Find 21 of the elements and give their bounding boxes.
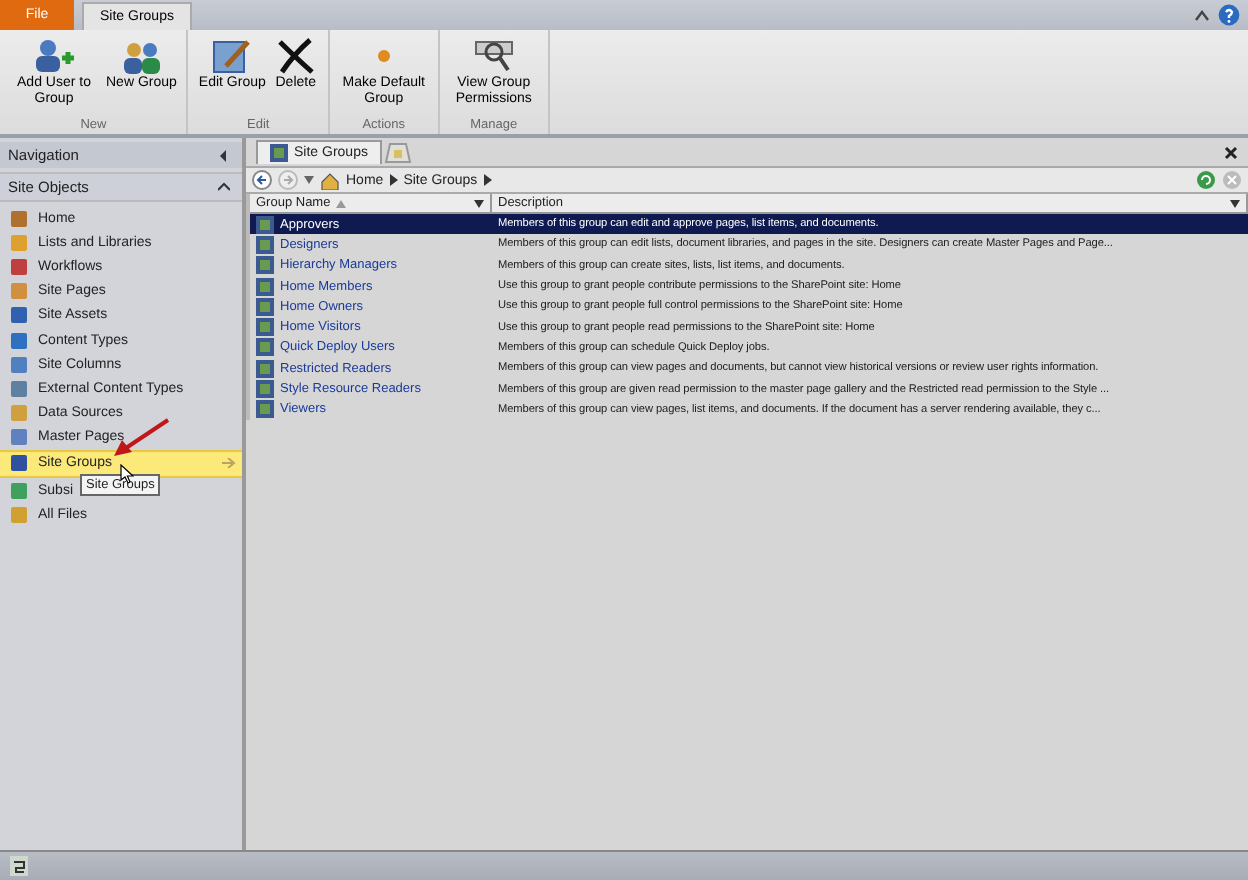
dot-icon: [377, 50, 390, 62]
magnifier-icon: [471, 36, 516, 76]
dropdown-icon[interactable]: [474, 199, 484, 207]
dropdown-icon[interactable]: [1230, 199, 1240, 207]
status-icon: [10, 856, 28, 876]
edit-icon: [210, 36, 255, 76]
help-icon[interactable]: [1218, 4, 1240, 26]
dropdown-icon[interactable]: [304, 176, 314, 184]
collapse-icon[interactable]: [218, 182, 230, 192]
refresh-icon[interactable]: [1196, 170, 1216, 190]
chevron-icon[interactable]: [483, 174, 492, 186]
delete-icon: [273, 36, 318, 76]
minimize-ribbon-icon[interactable]: [1194, 7, 1210, 23]
close-icon[interactable]: [1224, 145, 1238, 159]
back-icon[interactable]: [252, 170, 272, 190]
home-icon: [320, 171, 340, 189]
group-icon: [270, 144, 288, 162]
sort-icon: [336, 199, 347, 207]
add-user-icon: [32, 36, 76, 76]
chevron-icon[interactable]: [389, 174, 398, 186]
collapse-icon[interactable]: [218, 149, 230, 161]
